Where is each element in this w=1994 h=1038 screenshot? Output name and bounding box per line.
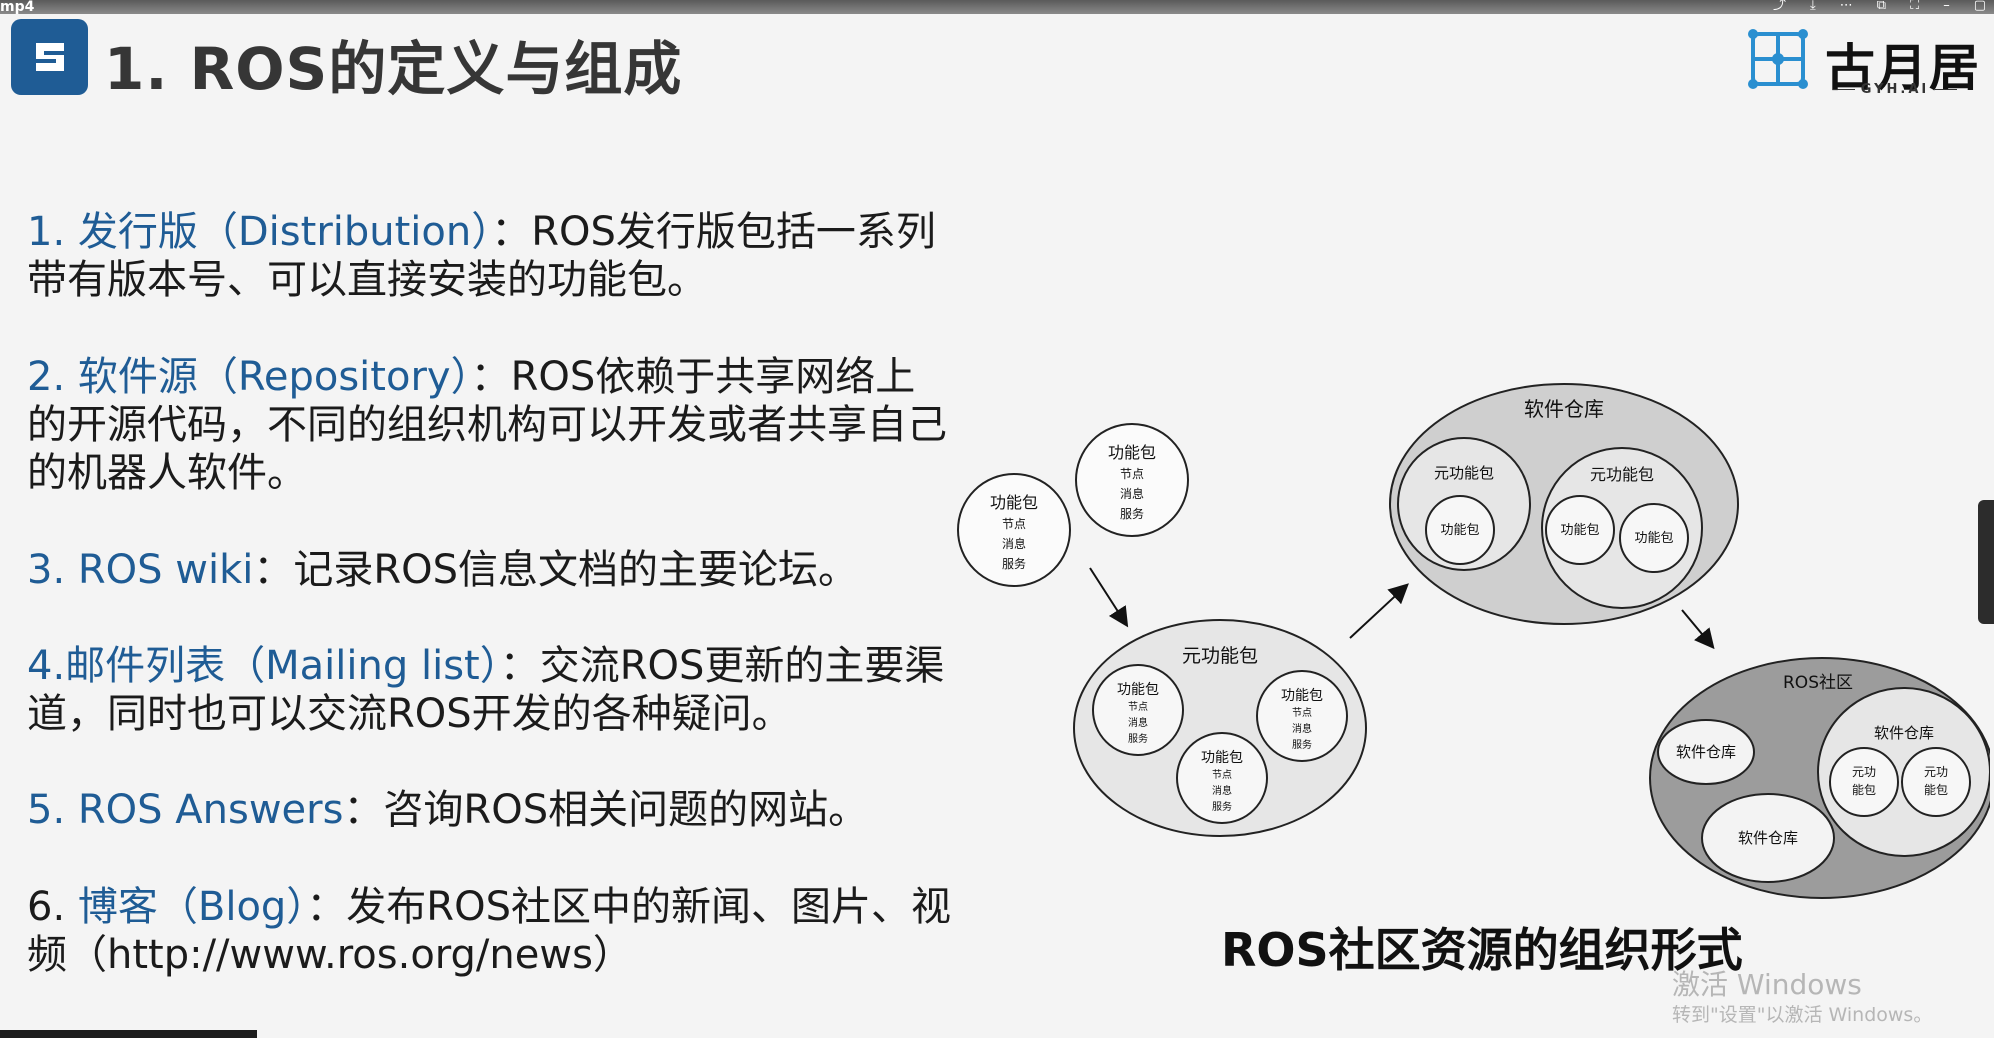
side-panel-handle[interactable] (1978, 500, 1994, 624)
svg-text:服务: 服务 (1120, 506, 1144, 521)
svg-text:功能包: 功能包 (1117, 682, 1159, 698)
svg-text:元功能包: 元功能包 (1182, 645, 1258, 667)
svg-text:消息: 消息 (1120, 486, 1144, 501)
repository-ellipse: 软件仓库 元功能包 功能包 元功能包 功能包 功能包 (1389, 383, 1739, 625)
item-text: 带有版本号、可以直接安装的功能包。 (27, 257, 707, 303)
svg-text:消息: 消息 (1002, 536, 1026, 551)
package-circle-a: 功能包 节点 消息 服务 (957, 473, 1071, 587)
svg-text:功能包: 功能包 (1201, 750, 1243, 766)
item-text: ：咨询ROS相关问题的网站。 (343, 787, 869, 833)
svg-text:节点: 节点 (1128, 701, 1148, 713)
player-top-bar: mp4 ⤴ ⤓ ⋯ ⧉ ⛶ – ▢ (0, 0, 1994, 15)
ros-community-ellipse: ROS社区 软件仓库 软件仓库 元功 能包 元功 能包 软件仓库 (1649, 657, 1990, 899)
svg-text:ROS社区: ROS社区 (1783, 673, 1853, 693)
ros-community-diagram: 功能包 节点 消息 服务 功能包 节点 消息 服务 元功能包 功能包 节点 消息… (957, 383, 1990, 899)
diagram-caption: ROS社区资源的组织形式 (1221, 923, 1743, 977)
svg-text:服务: 服务 (1128, 732, 1148, 745)
svg-text:元功能包: 元功能包 (1590, 465, 1654, 484)
maximize-icon[interactable]: ▢ (1974, 0, 1986, 13)
item-label: 5. ROS Answers (27, 787, 344, 833)
svg-text:功能包: 功能包 (1281, 688, 1323, 704)
list-item: 3. ROS wiki：记录ROS信息文档的主要论坛。 (27, 546, 987, 594)
course-logo-icon (11, 19, 88, 95)
item-text: 频（http://www.ros.org/news） (27, 932, 633, 978)
svg-text:消息: 消息 (1128, 716, 1148, 729)
svg-text:元功: 元功 (1852, 765, 1876, 779)
svg-text:节点: 节点 (1002, 517, 1026, 531)
meta-package-ellipse: 元功能包 功能包 节点 消息 服务 功能包 节点 消息 服务 功能包 节点 消息… (1073, 619, 1367, 837)
svg-text:功能包: 功能包 (1440, 523, 1479, 538)
fullscreen-icon[interactable]: ⛶ (1910, 0, 1919, 13)
svg-text:消息: 消息 (1292, 722, 1312, 735)
file-label: mp4 (0, 0, 35, 15)
arrow-3 (1681, 609, 1715, 650)
svg-text:功能包: 功能包 (1634, 531, 1673, 546)
item-text: 的开源代码，不同的组织机构可以开发或者共享自己 (27, 402, 947, 448)
item-text: ：记录ROS信息文档的主要论坛。 (253, 547, 859, 593)
share-icon[interactable]: ⤴ (1773, 0, 1786, 13)
brand-logo: 古月居 GYH.AI (1745, 26, 1979, 97)
list-item: 2. 软件源（Repository）：ROS依赖于共享网络上 的开源代码，不同的… (27, 353, 987, 497)
package-circle-b: 功能包 节点 消息 服务 (1075, 423, 1189, 537)
player-toolbar: ⤴ ⤓ ⋯ ⧉ ⛶ – ▢ (1773, 0, 1986, 13)
svg-text:元功能包: 元功能包 (1434, 464, 1494, 482)
item-label: 4.邮件列表（Mailing list） (27, 643, 500, 689)
item-label: 1. 发行版（Distribution） (27, 209, 492, 255)
svg-text:消息: 消息 (1212, 784, 1232, 797)
item-text: ：ROS发行版包括一系列 (491, 209, 936, 255)
picture-in-picture-icon[interactable]: ⧉ (1877, 0, 1886, 13)
taskbar-strip (0, 1030, 257, 1038)
more-icon[interactable]: ⋯ (1840, 0, 1853, 13)
svg-text:功能包: 功能包 (990, 493, 1038, 512)
arrow-1 (1089, 567, 1129, 628)
brand-sub: GYH.AI (1825, 82, 1965, 97)
list-item: 4.邮件列表（Mailing list）：交流ROS更新的主要渠 道，同时也可以… (27, 642, 987, 738)
download-icon[interactable]: ⤓ (1810, 0, 1816, 13)
item-text: 道，同时也可以交流ROS开发的各种疑问。 (27, 691, 792, 737)
svg-text:软件仓库: 软件仓库 (1874, 724, 1934, 742)
arrow-2 (1349, 583, 1409, 639)
svg-text:软件仓库: 软件仓库 (1676, 743, 1736, 761)
slide-title: 1. ROS的定义与组成 (104, 35, 683, 103)
svg-text:节点: 节点 (1120, 467, 1144, 481)
svg-text:服务: 服务 (1212, 800, 1232, 813)
windows-activation-watermark: 激活 Windows 转到"设置"以激活 Windows。 (1672, 968, 1932, 1028)
watermark-title: 激活 Windows (1672, 968, 1862, 1001)
item-label: 3. ROS wiki (27, 547, 254, 593)
svg-text:功能包: 功能包 (1108, 443, 1156, 462)
svg-text:能包: 能包 (1924, 783, 1948, 797)
item-label: 2. 软件源（Repository） (27, 354, 471, 400)
item-text: 的机器人软件。 (27, 450, 307, 496)
list-item: 1. 发行版（Distribution）：ROS发行版包括一系列 带有版本号、可… (27, 208, 987, 304)
svg-text:服务: 服务 (1002, 556, 1026, 571)
item-text: ：发布ROS社区中的新闻、图片、视 (306, 884, 951, 930)
item-number: 6. (27, 884, 78, 930)
list-item: 6. 博客（Blog）：发布ROS社区中的新闻、图片、视 频（http://ww… (27, 883, 987, 979)
svg-text:软件仓库: 软件仓库 (1738, 829, 1798, 847)
svg-text:服务: 服务 (1292, 738, 1312, 751)
item-label: 博客（Blog） (77, 884, 307, 930)
svg-text:元功: 元功 (1924, 765, 1948, 779)
svg-text:软件仓库: 软件仓库 (1524, 397, 1604, 421)
svg-text:节点: 节点 (1212, 769, 1232, 781)
svg-text:节点: 节点 (1292, 707, 1312, 719)
item-text: ：交流ROS更新的主要渠 (499, 643, 945, 689)
list-item: 5. ROS Answers：咨询ROS相关问题的网站。 (27, 786, 987, 834)
svg-text:能包: 能包 (1852, 783, 1876, 797)
watermark-subtitle: 转到"设置"以激活 Windows。 (1672, 1004, 1933, 1026)
minimize-icon[interactable]: – (1943, 0, 1950, 13)
brand-mark-icon (1748, 29, 1808, 89)
svg-text:功能包: 功能包 (1560, 523, 1599, 538)
item-text: ：ROS依赖于共享网络上 (470, 354, 916, 400)
